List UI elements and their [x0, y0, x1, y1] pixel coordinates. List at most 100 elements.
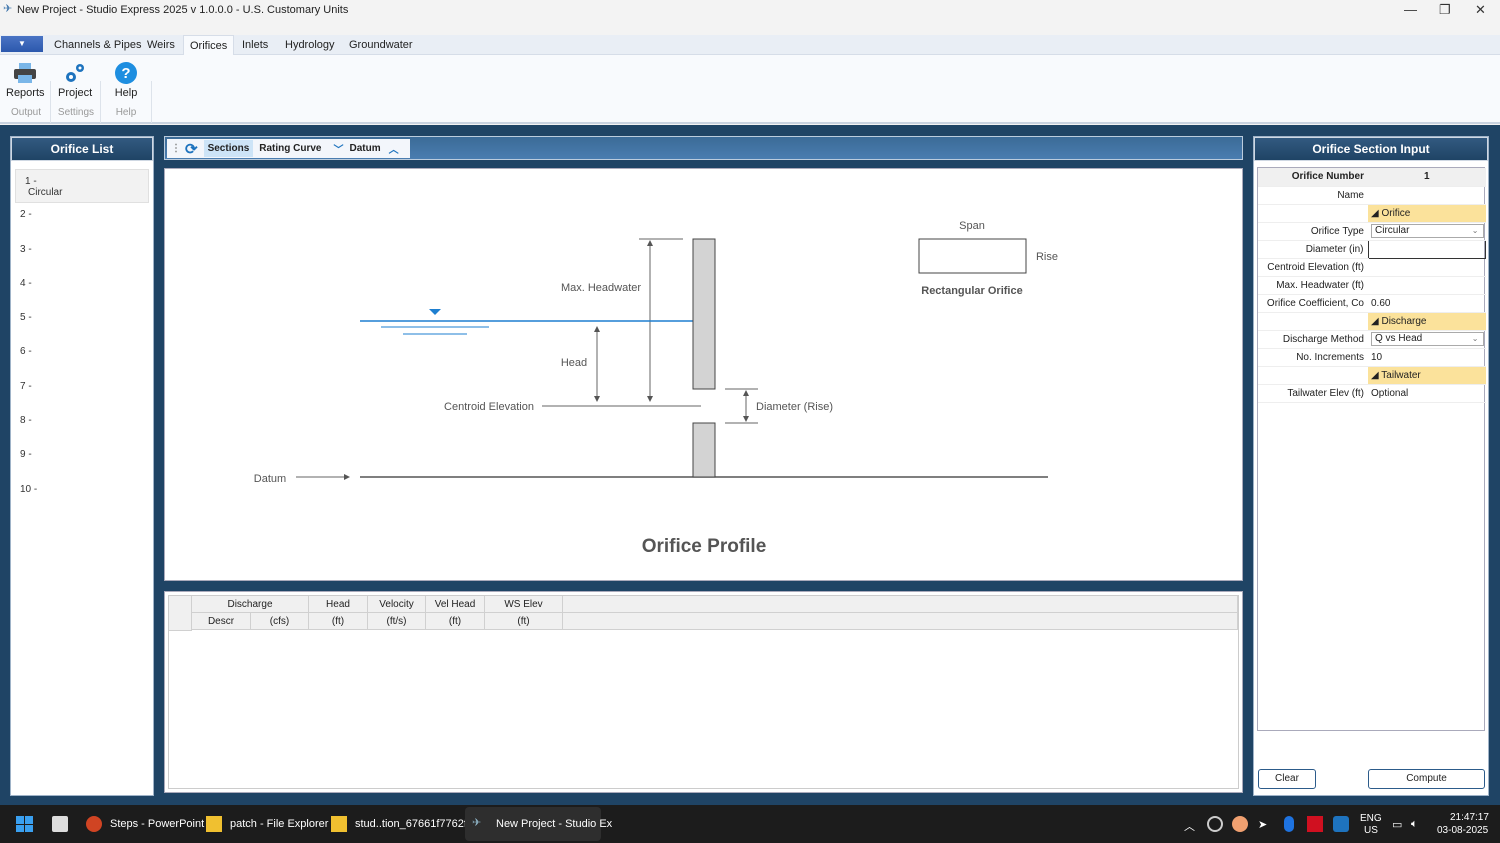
folder-icon[interactable] [331, 816, 347, 832]
diameter-input[interactable] [1367, 239, 1486, 259]
section-tailwater[interactable]: ◢ Tailwater [1368, 366, 1486, 385]
rating-curve-button[interactable]: Rating Curve [253, 140, 327, 157]
orifice-list-title: Orifice List [11, 137, 153, 161]
increments-input[interactable]: 10 [1368, 348, 1486, 367]
input-title: Orifice Section Input [1254, 137, 1488, 161]
orifice-type-select[interactable]: Circular ⌄ [1371, 224, 1484, 238]
section-discharge[interactable]: ◢ Discharge [1368, 312, 1486, 331]
col-velocity[interactable]: Velocity [368, 596, 426, 613]
sections-button[interactable]: Sections [203, 140, 254, 157]
orifice-list-item[interactable]: 7 - [11, 375, 153, 409]
unit-fts: (ft/s) [368, 613, 426, 630]
max-headwater-input[interactable] [1368, 276, 1486, 295]
app-icon: ✈ [3, 3, 13, 15]
col-head[interactable]: Head [309, 596, 368, 613]
centroid-label: Centroid Elevation [444, 401, 534, 413]
col-discharge[interactable]: Discharge [192, 596, 309, 613]
name-field[interactable] [1368, 186, 1486, 205]
orifice-coefficient-input[interactable]: 0.60 [1368, 294, 1486, 313]
orifice-list-item[interactable]: 4 - [11, 272, 153, 306]
chevron-down-icon[interactable]: ﹀ [334, 141, 344, 156]
orifice-list-item[interactable]: 10 - [11, 478, 153, 512]
task-view-icon[interactable] [52, 816, 68, 832]
orifice-coefficient-label: Orifice Coefficient, Co [1258, 294, 1368, 313]
orifice-list-item[interactable]: 9 - [11, 443, 153, 477]
tab-hydrology[interactable]: Hydrology [285, 39, 335, 51]
clock-date[interactable]: 03-08-2025 [1437, 825, 1488, 836]
title-bar: ✈ New Project - Studio Express 2025 v 1.… [0, 0, 1500, 19]
unit-descr: Descr [192, 613, 251, 630]
taskbar-app-powerpoint[interactable]: Steps - PowerPoint [110, 818, 204, 830]
gears-icon [58, 59, 92, 87]
tab-inlets[interactable]: Inlets [242, 39, 268, 51]
compute-button[interactable]: Compute [1368, 769, 1485, 789]
section-orifice[interactable]: ◢ Orifice [1368, 204, 1486, 223]
minimize-button[interactable]: — [1404, 2, 1417, 17]
increments-label: No. Increments [1258, 348, 1368, 367]
tray-flash-icon[interactable] [1232, 816, 1248, 832]
language-label[interactable]: ENG [1360, 813, 1382, 824]
restore-button[interactable]: ❐ [1439, 2, 1451, 18]
security-icon[interactable] [1333, 816, 1349, 832]
orifice-number-value: 1 [1368, 168, 1486, 187]
col-vel-head[interactable]: Vel Head [426, 596, 485, 613]
clock-time[interactable]: 21:47:17 [1450, 812, 1489, 823]
ribbon: Reports Project ? Help Output Settings H… [0, 55, 1500, 124]
tray-app-icon[interactable] [1207, 816, 1223, 832]
project-button[interactable]: Project [58, 59, 92, 99]
reports-button[interactable]: Reports [6, 59, 45, 99]
centroid-elevation-input[interactable] [1368, 258, 1486, 277]
tab-orifices[interactable]: Orifices [183, 35, 235, 56]
region-label[interactable]: US [1364, 825, 1378, 836]
discharge-method-value: Q vs Head [1375, 333, 1423, 344]
head-label: Head [561, 357, 587, 369]
unit-ft: (ft) [485, 613, 563, 630]
toolbar-grip[interactable]: ⋮ [171, 143, 181, 154]
ribbon-tabs: ▼ Channels & Pipes Weirs Orifices Inlets… [0, 35, 1500, 56]
col-ws-elev[interactable]: WS Elev [485, 596, 563, 613]
centroid-elevation-label: Centroid Elevation (ft) [1258, 258, 1368, 277]
windows-start-icon[interactable] [16, 816, 33, 832]
item-type: Circular [28, 187, 63, 198]
tray-chevron-icon[interactable]: ︿ [1184, 818, 1195, 834]
reports-label: Reports [6, 87, 45, 99]
orifice-list-item[interactable]: 1 - Circular [15, 169, 149, 204]
orifice-type-label: Orifice Type [1258, 222, 1368, 241]
close-button[interactable]: ✕ [1475, 2, 1486, 18]
project-label: Project [58, 87, 93, 99]
telegram-icon[interactable]: ➤ [1258, 818, 1267, 831]
refresh-icon[interactable]: ⟳ [185, 140, 198, 158]
taskbar: Steps - PowerPoint patch - File Explorer… [0, 805, 1500, 843]
tab-channels-pipes[interactable]: Channels & Pipes [54, 39, 141, 51]
chevron-up-icon[interactable]: ︿ [389, 141, 399, 156]
volume-icon[interactable]: 🔈︎ [1411, 818, 1418, 831]
taskbar-app-studio[interactable]: New Project - Studio Ex [496, 818, 612, 830]
discharge-method-select[interactable]: Q vs Head ⌄ [1371, 332, 1484, 346]
section-orifice-label: Orifice [1381, 207, 1411, 219]
bluetooth-icon[interactable] [1284, 816, 1294, 832]
group-settings: Settings [57, 107, 95, 118]
help-button[interactable]: ? Help [112, 59, 140, 99]
tab-groundwater[interactable]: Groundwater [349, 39, 413, 51]
folder-icon[interactable] [206, 816, 222, 832]
network-icon[interactable]: ▭ [1392, 818, 1402, 831]
clear-button[interactable]: Clear [1258, 769, 1316, 789]
orifice-list-item[interactable]: 2 - [11, 203, 153, 237]
orifice-list-item[interactable]: 6 - [11, 340, 153, 374]
taskbar-app-explorer[interactable]: patch - File Explorer [230, 818, 328, 830]
datum-button[interactable]: Datum [350, 143, 381, 154]
window-title: New Project - Studio Express 2025 v 1.0.… [17, 3, 349, 16]
orifice-list-item[interactable]: 3 - [11, 238, 153, 272]
section-tailwater-label: Tailwater [1381, 369, 1421, 381]
orifice-list-item[interactable]: 8 - [11, 409, 153, 443]
orifice-number-label: Orifice Number [1258, 168, 1368, 187]
file-menu-button[interactable]: ▼ [1, 36, 43, 52]
tailwater-input[interactable]: Optional [1368, 384, 1486, 403]
powerpoint-icon[interactable] [86, 816, 102, 832]
item-label: 1 - [25, 176, 37, 187]
tab-weirs[interactable]: Weirs [147, 39, 175, 51]
orifice-section-input-panel: Orifice Section Input Orifice Number 1 Na… [1253, 136, 1489, 796]
amd-icon[interactable] [1307, 816, 1323, 832]
taskbar-app-folder[interactable]: stud..tion_67661f7762ff( [355, 818, 473, 830]
orifice-list-item[interactable]: 5 - [11, 306, 153, 340]
